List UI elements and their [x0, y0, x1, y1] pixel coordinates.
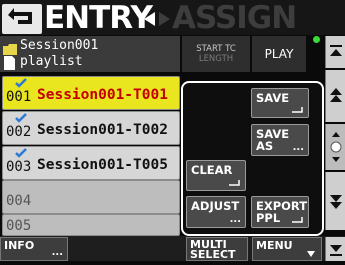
tab-assign[interactable]: ASSIGN — [172, 0, 297, 36]
playlist-row-001[interactable]: 001 Session001-T001 — [2, 76, 180, 110]
check-icon — [15, 113, 27, 123]
double-down-arrow-icon — [330, 195, 342, 209]
folder-icon — [3, 40, 17, 55]
row-name: Session001-T002 — [37, 122, 168, 138]
row-name: Session001-T005 — [37, 157, 168, 173]
back-button[interactable] — [2, 4, 42, 34]
playlist-row-003[interactable]: 003 Session001-T005 — [2, 146, 180, 180]
scroll-up-button[interactable] — [325, 70, 345, 122]
menu-button[interactable]: MENU — [252, 237, 322, 261]
playlist-name: playlist — [20, 54, 83, 69]
dropdown-arrow-icon — [307, 251, 315, 257]
tab-entry[interactable]: ENTRY — [44, 0, 153, 36]
scroll-top-icon — [330, 45, 342, 56]
start-tc-label: START TC — [196, 44, 236, 54]
play-header[interactable]: PLAY — [252, 36, 306, 72]
clear-label: CLEAR — [191, 163, 233, 177]
scroll-bottom-icon — [330, 245, 342, 256]
row-name: Session001-T001 — [37, 87, 168, 103]
menu-label: MENU — [256, 239, 293, 252]
left-right-arrows-icon — [142, 9, 172, 29]
save-button[interactable]: SAVE — [251, 88, 309, 118]
save-label: SAVE — [256, 91, 290, 105]
scroll-thumb[interactable] — [325, 124, 345, 170]
back-arrow-icon — [8, 8, 32, 24]
scroll-top-button[interactable] — [325, 36, 345, 68]
scroll-bottom-button[interactable] — [325, 237, 345, 261]
export-ppl-button[interactable]: EXPORT PPL — [251, 196, 309, 228]
scroll-position-icon — [330, 132, 342, 162]
adjust-label: ADJUST — [191, 199, 240, 213]
length-label: LENGTH — [198, 54, 234, 64]
session-name: Session001 — [20, 38, 99, 53]
info-label: INFO — [4, 239, 35, 252]
multi-select-button[interactable]: MULTI SELECT — [186, 237, 248, 261]
corner-arrow-icon — [292, 107, 303, 113]
playlist-row-002[interactable]: 002 Session001-T002 — [2, 111, 180, 145]
corner-arrow-icon — [292, 217, 303, 223]
adjust-button[interactable]: ADJUST ... — [186, 196, 246, 228]
document-icon — [4, 55, 15, 70]
row-number: 004 — [6, 193, 32, 209]
save-as-button[interactable]: SAVE AS ... — [251, 124, 309, 156]
ellipsis-label: ... — [229, 214, 241, 225]
clear-button[interactable]: CLEAR — [186, 160, 246, 191]
select-label: SELECT — [190, 248, 236, 261]
check-icon — [15, 78, 27, 88]
status-led — [313, 36, 320, 43]
corner-arrow-icon — [229, 180, 240, 186]
scroll-down-button[interactable] — [325, 172, 345, 230]
row-number: 001 — [6, 89, 32, 105]
start-tc-length-header[interactable]: START TC LENGTH — [182, 36, 250, 72]
playlist-row-005[interactable]: 005 — [2, 214, 180, 236]
playlist-row-004[interactable]: 004 — [2, 180, 180, 214]
ellipsis-label: ... — [292, 142, 304, 153]
row-number: 005 — [6, 218, 32, 234]
ellipsis-label: ... — [51, 247, 63, 258]
double-up-arrow-icon — [330, 88, 342, 102]
check-icon — [15, 148, 27, 158]
row-number: 003 — [6, 159, 32, 175]
row-number: 002 — [6, 124, 32, 140]
info-button[interactable]: INFO ... — [0, 237, 68, 261]
